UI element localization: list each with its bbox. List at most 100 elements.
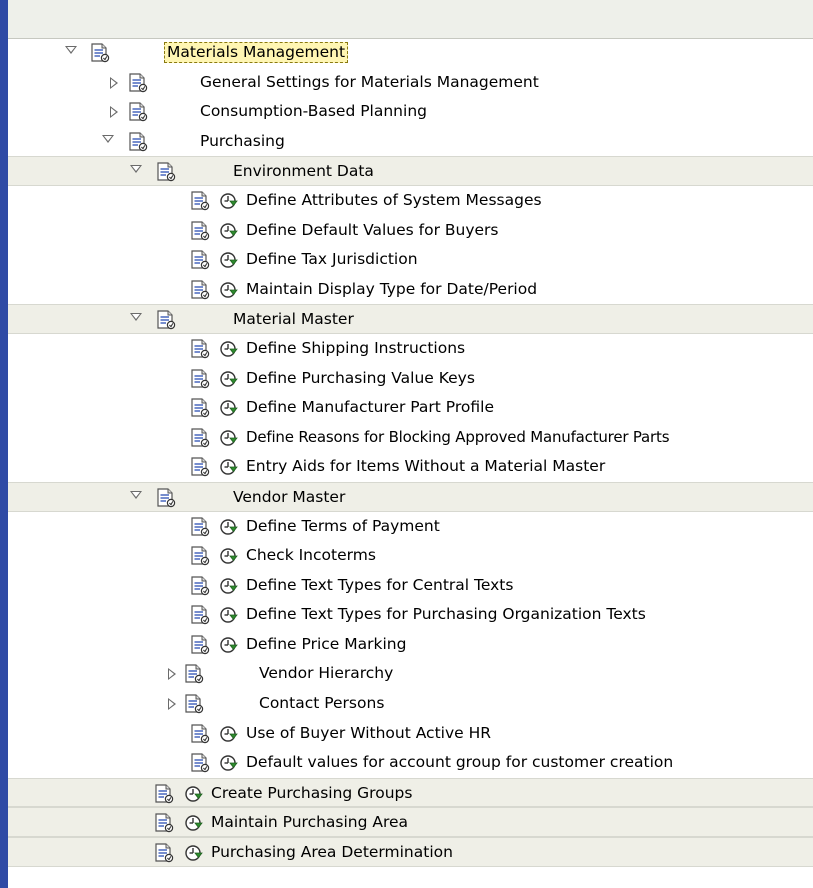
tree-leaf[interactable]: Create Purchasing Groups (8, 777, 813, 808)
tree-node-purchasing[interactable]: Purchasing (8, 127, 813, 157)
documentation-icon[interactable] (184, 664, 204, 684)
tree-leaf[interactable]: Check Incoterms (8, 541, 813, 571)
tree-leaf-label[interactable]: Define Purchasing Value Keys (246, 369, 475, 388)
execute-clock-icon[interactable] (219, 724, 239, 744)
tree-leaf-label[interactable]: Default values for account group for cus… (246, 753, 673, 772)
triangle-right-icon[interactable] (168, 668, 176, 681)
documentation-icon[interactable] (156, 488, 176, 508)
documentation-icon[interactable] (190, 605, 210, 625)
tree-leaf-label[interactable]: Define Price Marking (246, 635, 406, 654)
documentation-icon[interactable] (154, 843, 174, 863)
documentation-icon[interactable] (190, 191, 210, 211)
tree-node-environment-data[interactable]: Environment Data (8, 156, 813, 186)
tree-node-label[interactable]: Materials Management (164, 42, 349, 63)
triangle-down-icon[interactable] (65, 46, 77, 54)
tree-leaf-label[interactable]: Define Default Values for Buyers (246, 221, 499, 240)
tree-node-label[interactable]: Environment Data (233, 162, 374, 181)
tree-leaf[interactable]: Maintain Purchasing Area (8, 807, 813, 838)
tree-node-label[interactable]: Purchasing (200, 132, 285, 151)
execute-clock-icon[interactable] (219, 221, 239, 241)
execute-clock-icon[interactable] (219, 428, 239, 448)
tree-leaf-label[interactable]: Define Text Types for Purchasing Organiz… (246, 605, 646, 624)
tree-node-consumption-planning[interactable]: Consumption-Based Planning (8, 97, 813, 127)
tree-node-material-master[interactable]: Material Master (8, 304, 813, 334)
execute-clock-icon[interactable] (219, 398, 239, 418)
documentation-icon[interactable] (190, 635, 210, 655)
triangle-down-icon[interactable] (130, 165, 142, 174)
triangle-down-icon[interactable] (130, 313, 142, 322)
execute-clock-icon[interactable] (219, 250, 239, 270)
triangle-down-icon[interactable] (102, 134, 114, 143)
tree-leaf[interactable]: Define Reasons for Blocking Approved Man… (8, 423, 813, 453)
tree-node-label[interactable]: Vendor Master (233, 488, 345, 507)
tree-leaf[interactable]: Define Text Types for Central Texts (8, 571, 813, 601)
documentation-icon[interactable] (128, 102, 148, 122)
tree-leaf-label[interactable]: Entry Aids for Items Without a Material … (246, 457, 605, 476)
execute-clock-icon[interactable] (219, 339, 239, 359)
tree-leaf[interactable]: Define Manufacturer Part Profile (8, 393, 813, 423)
tree-leaf-label[interactable]: Define Tax Jurisdiction (246, 250, 418, 269)
triangle-right-icon[interactable] (110, 76, 118, 89)
documentation-icon[interactable] (156, 310, 176, 330)
triangle-right-icon[interactable] (168, 698, 176, 711)
execute-clock-icon[interactable] (219, 605, 239, 625)
tree-leaf[interactable]: Define Attributes of System Messages (8, 186, 813, 216)
tree-leaf[interactable]: Maintain Display Type for Date/Period (8, 275, 813, 305)
execute-clock-icon[interactable] (219, 280, 239, 300)
documentation-icon[interactable] (128, 132, 148, 152)
documentation-icon[interactable] (128, 73, 148, 93)
execute-clock-icon[interactable] (219, 753, 239, 773)
tree-leaf[interactable]: Default values for account group for cus… (8, 748, 813, 778)
tree-leaf-label[interactable]: Maintain Display Type for Date/Period (246, 280, 537, 299)
execute-clock-icon[interactable] (219, 576, 239, 596)
tree-node-label[interactable]: Consumption-Based Planning (200, 102, 427, 121)
execute-clock-icon[interactable] (219, 635, 239, 655)
documentation-icon[interactable] (190, 221, 210, 241)
tree-node-label[interactable]: Contact Persons (259, 694, 384, 713)
documentation-icon[interactable] (190, 546, 210, 566)
execute-clock-icon[interactable] (184, 784, 204, 804)
documentation-icon[interactable] (90, 43, 110, 63)
triangle-down-icon[interactable] (130, 490, 142, 499)
tree-leaf[interactable]: Define Price Marking (8, 630, 813, 660)
tree-node-label[interactable]: General Settings for Materials Managemen… (200, 73, 539, 92)
documentation-icon[interactable] (190, 576, 210, 596)
execute-clock-icon[interactable] (219, 546, 239, 566)
tree-node-label[interactable]: Material Master (233, 310, 354, 329)
execute-clock-icon[interactable] (219, 191, 239, 211)
documentation-icon[interactable] (190, 457, 210, 477)
tree-leaf-label[interactable]: Define Manufacturer Part Profile (246, 398, 494, 417)
tree-leaf[interactable]: Define Text Types for Purchasing Organiz… (8, 600, 813, 630)
execute-clock-icon[interactable] (219, 517, 239, 537)
tree-leaf-label[interactable]: Define Terms of Payment (246, 517, 440, 536)
tree-node-vendor-hierarchy[interactable]: Vendor Hierarchy (8, 659, 813, 689)
execute-clock-icon[interactable] (219, 457, 239, 477)
tree-leaf-label[interactable]: Check Incoterms (246, 546, 376, 565)
tree-leaf[interactable]: Define Tax Jurisdiction (8, 245, 813, 275)
documentation-icon[interactable] (190, 398, 210, 418)
tree-leaf-label[interactable]: Define Shipping Instructions (246, 339, 465, 358)
tree-node-label[interactable]: Vendor Hierarchy (259, 664, 393, 683)
documentation-icon[interactable] (190, 339, 210, 359)
execute-clock-icon[interactable] (184, 843, 204, 863)
tree-leaf-label[interactable]: Create Purchasing Groups (211, 784, 412, 803)
tree-leaf[interactable]: Use of Buyer Without Active HR (8, 719, 813, 749)
documentation-icon[interactable] (190, 517, 210, 537)
tree-leaf-label[interactable]: Maintain Purchasing Area (211, 813, 408, 832)
tree-leaf[interactable]: Entry Aids for Items Without a Material … (8, 452, 813, 482)
documentation-icon[interactable] (154, 813, 174, 833)
tree-leaf-label[interactable]: Define Attributes of System Messages (246, 191, 542, 210)
tree-leaf-label[interactable]: Define Text Types for Central Texts (246, 576, 513, 595)
tree-leaf-label[interactable]: Use of Buyer Without Active HR (246, 724, 491, 743)
tree-leaf[interactable]: Define Purchasing Value Keys (8, 364, 813, 394)
tree-leaf-label[interactable]: Define Reasons for Blocking Approved Man… (246, 428, 670, 447)
tree-leaf[interactable]: Purchasing Area Determination (8, 837, 813, 867)
documentation-icon[interactable] (156, 162, 176, 182)
documentation-icon[interactable] (184, 694, 204, 714)
documentation-icon[interactable] (190, 369, 210, 389)
tree-leaf[interactable]: Define Terms of Payment (8, 512, 813, 542)
documentation-icon[interactable] (190, 250, 210, 270)
execute-clock-icon[interactable] (184, 813, 204, 833)
tree-node-vendor-master[interactable]: Vendor Master (8, 481, 813, 512)
execute-clock-icon[interactable] (219, 369, 239, 389)
